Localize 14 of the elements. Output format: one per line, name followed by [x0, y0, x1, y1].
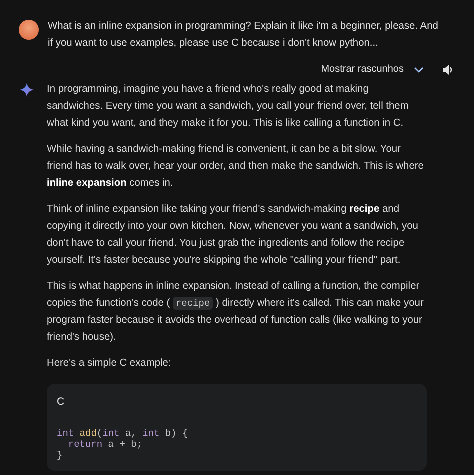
paragraph: This is what happens in inline expansion. Instead of calling a function, the compiler copies the function's code ( recipe ) directly where it's called. This can make your program faster because it avoids the overhead of function calls (like walking to your friend's house).: [47, 280, 425, 345]
paragraph: In programming, imagine you have a friend who's really good at making sandwiches. Every time you want a sandwich, you call your friend over, tell them what kind you want, and they make it for you. This is like calling a function in C.: [47, 83, 410, 131]
paragraph: Think of inline expansion like taking your friend's sandwich-making recipe and copying it directly into your own kitchen. Now, whenever you want a sandwich, you don't have to call your friend. You just grab the ingredients and follow the recipe yourself. It's faster because you're skipping the whole "calling your friend" part.: [47, 203, 420, 268]
show-drafts-button[interactable]: Mostrar rascunhos: [317, 62, 428, 77]
paragraph: While having a sandwich-making friend is convenient, it can be a bit slow. Your friend has to walk over, hear your order, and then make the sandwich. This is where inline expansion comes in.: [47, 143, 425, 191]
code-line: }: [57, 450, 64, 461]
user-prompt: What is an inline expansion in programming? Explain it like i'm a beginner, please. And if you want to use examples, please use C because i don't know python...: [48, 20, 440, 51]
code-line: return a + b;: [67, 439, 144, 450]
sparkle-icon: [20, 83, 36, 99]
code-language-label: C: [57, 396, 65, 408]
paragraph: Here's a simple C example:: [47, 357, 172, 371]
avatar-icon: [19, 20, 39, 40]
speaker-icon[interactable]: [442, 64, 454, 76]
code-line: int add(int a, int b) {: [57, 428, 190, 439]
